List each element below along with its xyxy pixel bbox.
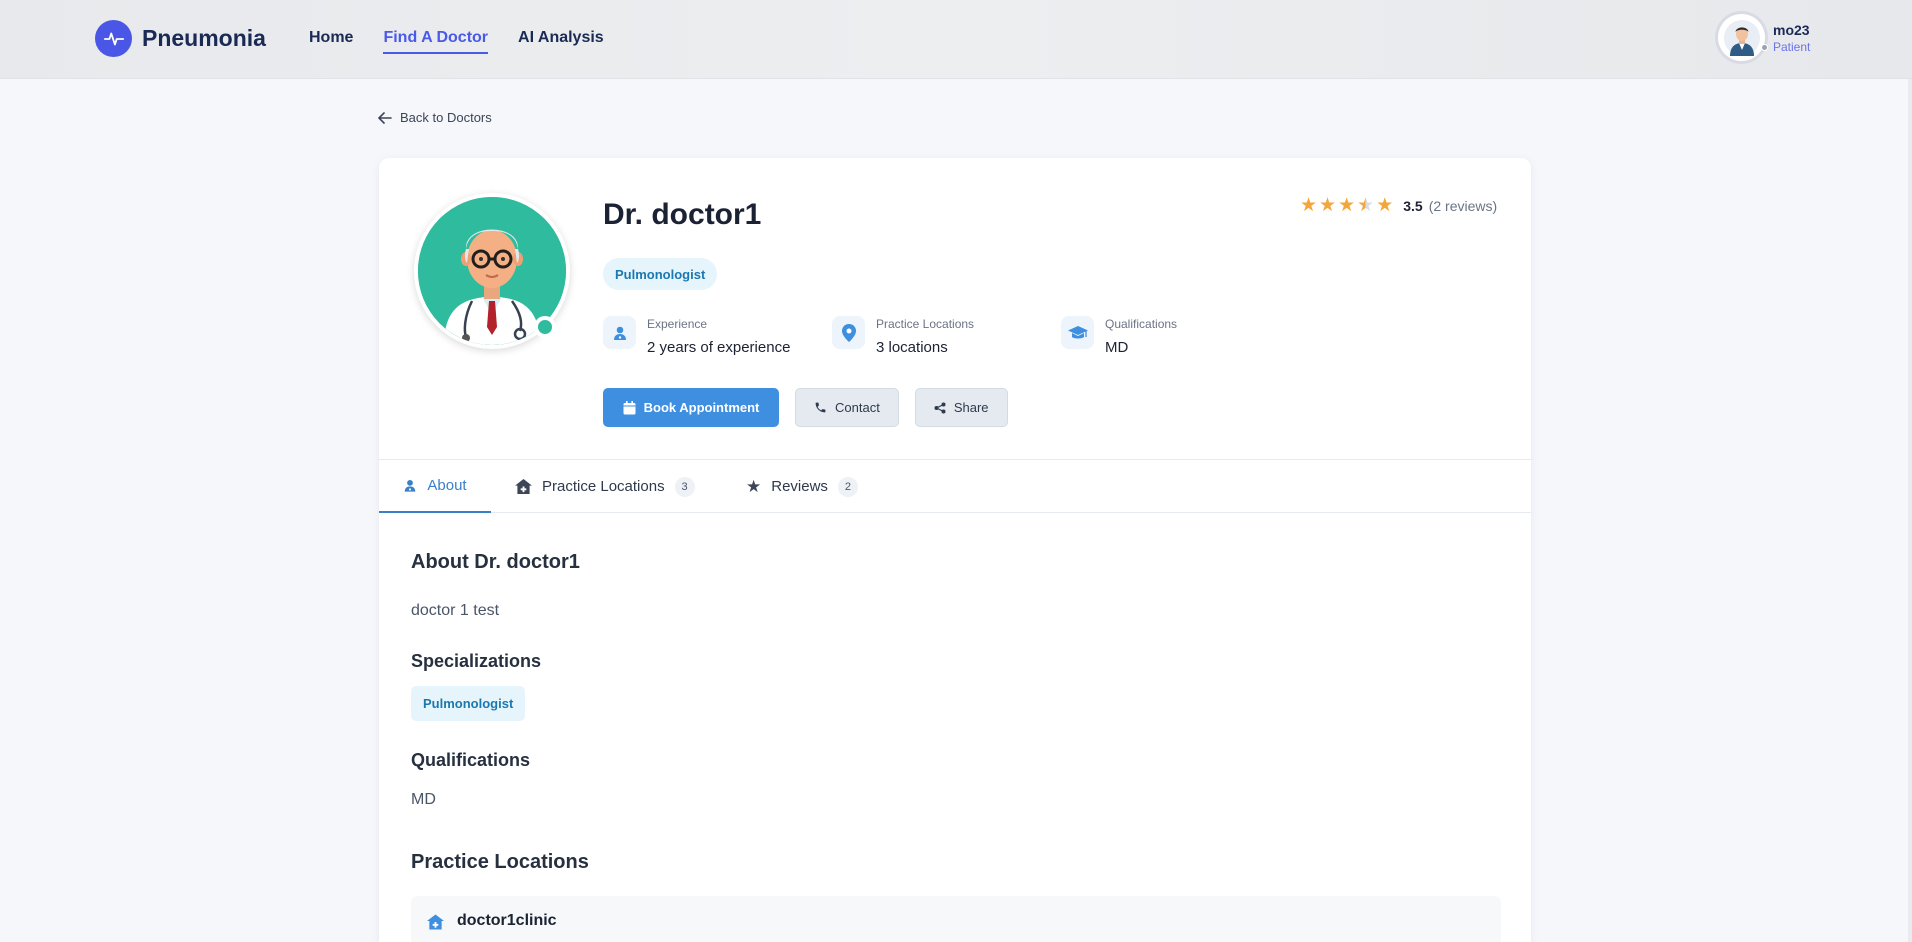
user-menu[interactable]: mo23 Patient <box>1718 14 1810 61</box>
tab-count-badge: 3 <box>674 476 695 497</box>
online-status-dot <box>534 316 556 338</box>
user-name: mo23 <box>1773 21 1810 38</box>
arrow-left-icon <box>378 111 392 124</box>
location-name: doctor1clinic <box>457 912 557 929</box>
star-full-icon: ★ <box>1338 195 1356 216</box>
user-avatar-icon <box>1723 19 1760 56</box>
user-info: mo23 Patient <box>1773 22 1810 54</box>
stat-practice-locations: Practice Locations 3 locations <box>832 316 1061 356</box>
doctor-name: Dr. doctor1 <box>603 198 762 231</box>
user-avatar[interactable] <box>1718 14 1768 61</box>
nav-ai-analysis-link[interactable]: AI Analysis <box>518 29 604 54</box>
stat-value: MD <box>1105 339 1129 356</box>
heartbeat-logo-icon <box>95 20 132 57</box>
qualifications-title: Qualifications <box>411 750 531 770</box>
rating-reviews-count: (2 reviews) <box>1428 197 1498 214</box>
stat-label: Qualifications <box>1105 317 1178 331</box>
star-full-icon: ★ <box>1319 195 1337 216</box>
clinic-icon <box>427 914 444 930</box>
profile-tabs: About Practice Locations 3 ★ Reviews 2 <box>379 460 1531 513</box>
share-icon <box>934 402 946 413</box>
back-label: Back to Doctors <box>400 110 492 125</box>
star-empty-icon: ★ <box>1376 195 1394 216</box>
brand-name: Pneumonia <box>142 25 266 51</box>
nav-links: Home Find A Doctor AI Analysis <box>309 29 604 54</box>
phone-icon <box>815 402 826 413</box>
contact-button[interactable]: Contact <box>795 388 899 427</box>
specialty-badge: Pulmonologist <box>603 258 718 290</box>
stat-value: 3 locations <box>876 339 948 356</box>
brand[interactable]: Pneumonia <box>95 20 266 57</box>
user-status-dot <box>1761 44 1768 51</box>
nav-home-link[interactable]: Home <box>309 29 353 54</box>
user-role: Patient <box>1773 39 1811 54</box>
stat-label: Experience <box>647 317 708 331</box>
tab-label: Practice Locations <box>542 478 665 495</box>
about-bio: doctor 1 test <box>411 602 500 619</box>
book-appointment-label: Book Appointment <box>643 400 760 415</box>
nav-find-doctor-link[interactable]: Find A Doctor <box>383 29 489 54</box>
calendar-icon <box>623 400 636 414</box>
star-icon: ★ <box>746 476 762 496</box>
user-doctor-icon <box>603 316 636 349</box>
clinic-icon <box>515 479 532 494</box>
specialization-chip: Pulmonologist <box>411 686 526 721</box>
doctor-stats: Experience 2 years of experience Practic… <box>603 316 1290 356</box>
stat-qualifications: Qualifications MD <box>1061 316 1290 356</box>
top-navbar: Pneumonia Home Find A Doctor AI Analysis… <box>0 0 1912 79</box>
tab-label: About <box>427 477 467 494</box>
map-pin-icon <box>832 316 865 349</box>
tab-practice-locations[interactable]: Practice Locations 3 <box>515 460 695 513</box>
profile-actions: Book Appointment Contact Share <box>603 388 1008 427</box>
tab-count-badge: 2 <box>837 476 858 497</box>
about-title: About Dr. doctor1 <box>411 551 580 573</box>
stat-label: Practice Locations <box>876 317 975 331</box>
practice-locations-title: Practice Locations <box>411 851 589 873</box>
back-to-doctors-link[interactable]: Back to Doctors <box>378 110 492 125</box>
stat-experience: Experience 2 years of experience <box>603 316 832 356</box>
user-doctor-icon <box>405 479 416 492</box>
qualifications-value: MD <box>411 791 436 808</box>
rating-value: 3.5 <box>1403 197 1423 214</box>
doctor-rating: ★ ★ ★ ★ ★ 3.5 (2 reviews) <box>1300 196 1497 215</box>
contact-label: Contact <box>835 400 880 415</box>
star-half-icon: ★ <box>1357 195 1375 216</box>
share-label: Share <box>953 400 989 415</box>
specializations-title: Specializations <box>411 651 542 671</box>
star-full-icon: ★ <box>1300 195 1318 216</box>
share-button[interactable]: Share <box>914 388 1008 427</box>
scrollbar-track[interactable] <box>1908 79 1912 942</box>
stat-value: 2 years of experience <box>647 339 791 356</box>
doctor-profile-card: Dr. doctor1 Pulmonologist ★ ★ ★ ★ ★ 3.5 … <box>379 158 1531 942</box>
tab-about[interactable]: About <box>379 460 491 513</box>
tab-reviews[interactable]: ★ Reviews 2 <box>746 460 858 513</box>
tab-label: Reviews <box>771 478 828 495</box>
graduation-cap-icon <box>1061 316 1094 349</box>
location-card[interactable]: doctor1clinic <box>411 896 1501 942</box>
book-appointment-button[interactable]: Book Appointment <box>603 388 779 427</box>
